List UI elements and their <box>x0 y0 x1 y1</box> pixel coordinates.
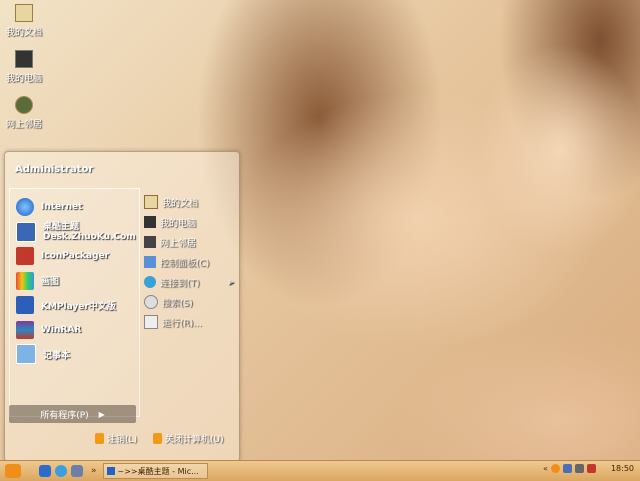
program-label: KMPlayer中文版 <box>41 301 116 312</box>
program-label: 桌酷主题 <box>43 221 80 232</box>
program-winrar[interactable]: WinRAR <box>10 318 139 343</box>
program-notepad[interactable]: 记事本 <box>10 342 139 367</box>
winrar-icon <box>16 320 34 339</box>
all-programs-button[interactable]: 所有程序(P) ▶ <box>9 405 136 423</box>
taskbar-window-title: ~>>桌酷主题 - Mic... <box>117 466 199 476</box>
folder-documents-icon <box>15 4 33 22</box>
show-desktop-icon[interactable] <box>39 465 51 477</box>
quick-launch <box>39 465 83 477</box>
my-computer-icon <box>144 216 156 228</box>
start-menu-footer: 注销(L) 关闭计算机(U) <box>95 432 224 445</box>
program-label: IconPackager <box>41 251 110 262</box>
search-icon <box>144 295 158 309</box>
programs-list: Internet 桌酷主题 Desk.ZhuoKu.Com IconPackag… <box>9 188 140 417</box>
control-panel-icon <box>144 256 156 268</box>
desktop-icon-my-documents[interactable]: 我的文档 <box>4 4 44 38</box>
desktop-icon-network[interactable]: 网上邻居 <box>4 96 44 130</box>
desktop-icon-label: 网上邻居 <box>5 120 42 130</box>
kmplayer-icon <box>16 296 34 315</box>
place-control-panel[interactable]: 控制面板(C) <box>144 252 234 272</box>
system-tray: « 18:50 <box>543 464 634 473</box>
place-search[interactable]: 搜索(S) <box>144 292 234 312</box>
place-label: 我的文档 <box>162 198 199 209</box>
network-places-icon <box>15 96 33 114</box>
desktop-icon-my-computer[interactable]: 我的电脑 <box>4 50 44 84</box>
iconpackager-icon <box>16 247 34 266</box>
place-label: 运行(R)... <box>162 318 202 329</box>
my-documents-icon <box>144 195 158 209</box>
place-my-computer[interactable]: 我的电脑 <box>144 212 234 232</box>
run-icon <box>144 315 158 329</box>
place-label: 网上邻居 <box>160 238 197 249</box>
start-button[interactable] <box>5 464 21 478</box>
arrow-right-icon: ▶ <box>98 409 105 419</box>
shutdown-button[interactable]: 关闭计算机(U) <box>153 432 224 445</box>
start-menu-user: Administrator <box>15 164 94 175</box>
program-label: WinRAR <box>41 324 82 335</box>
place-run[interactable]: 运行(R)... <box>144 312 234 332</box>
place-label: 我的电脑 <box>160 218 197 229</box>
taskbar: » ~>>桌酷主题 - Mic... « 18:50 <box>0 460 640 481</box>
place-connect-to[interactable]: 连接到(T) ▶ <box>144 272 234 292</box>
taskbar-window-button[interactable]: ~>>桌酷主题 - Mic... <box>102 463 208 479</box>
security-icon[interactable] <box>586 464 596 473</box>
tray-expand-icon[interactable]: « <box>543 464 548 473</box>
arrow-right-icon: ▶ <box>228 278 234 286</box>
places-list: 我的文档 我的电脑 网上邻居 控制面板(C) 连接到(T) ▶ 搜索(S) 运行… <box>144 192 234 332</box>
all-programs-label: 所有程序(P) <box>40 410 89 421</box>
shutdown-icon <box>153 433 163 444</box>
program-sublabel: Desk.ZhuoKu.Com <box>43 231 136 242</box>
program-paint[interactable]: 画图 <box>10 269 139 294</box>
shutdown-label: 关闭计算机(U) <box>165 435 224 445</box>
place-network[interactable]: 网上邻居 <box>144 232 234 252</box>
connect-to-icon <box>144 276 156 288</box>
computer-icon <box>15 50 33 68</box>
program-kmplayer[interactable]: KMPlayer中文版 <box>10 293 139 318</box>
zhuoku-theme-icon <box>16 221 36 242</box>
window-icon <box>106 467 115 475</box>
tray-app-icon[interactable] <box>550 464 560 473</box>
place-label: 控制面板(C) <box>160 258 210 269</box>
media-player-icon[interactable] <box>71 465 83 477</box>
network-icon <box>144 236 156 248</box>
program-iconpackager[interactable]: IconPackager <box>10 244 139 269</box>
desktop-icon-label: 我的电脑 <box>5 74 42 84</box>
program-internet[interactable]: Internet <box>10 195 139 220</box>
clock[interactable]: 18:50 <box>611 464 634 473</box>
logoff-button[interactable]: 注销(L) <box>95 432 137 445</box>
logoff-label: 注销(L) <box>107 435 138 445</box>
place-label: 连接到(T) <box>160 278 200 289</box>
program-label: 画图 <box>41 277 60 288</box>
paint-icon <box>16 271 34 290</box>
program-label: Internet <box>41 202 83 213</box>
network-status-icon[interactable] <box>562 464 572 473</box>
internet-explorer-icon <box>16 198 34 217</box>
quick-launch-expand-icon[interactable]: » <box>91 466 97 476</box>
program-zhuoku-theme[interactable]: 桌酷主题 Desk.ZhuoKu.Com <box>10 220 139 245</box>
internet-explorer-icon[interactable] <box>55 465 67 477</box>
logoff-icon <box>95 433 104 444</box>
place-my-documents[interactable]: 我的文档 <box>144 192 234 212</box>
place-label: 搜索(S) <box>162 298 193 309</box>
notepad-icon <box>16 344 36 365</box>
desktop-icon-label: 我的文档 <box>5 28 42 38</box>
start-menu: Administrator Internet 桌酷主题 Desk.ZhuoKu.… <box>4 151 240 462</box>
program-label: 记事本 <box>43 350 71 361</box>
volume-icon[interactable] <box>574 464 584 473</box>
